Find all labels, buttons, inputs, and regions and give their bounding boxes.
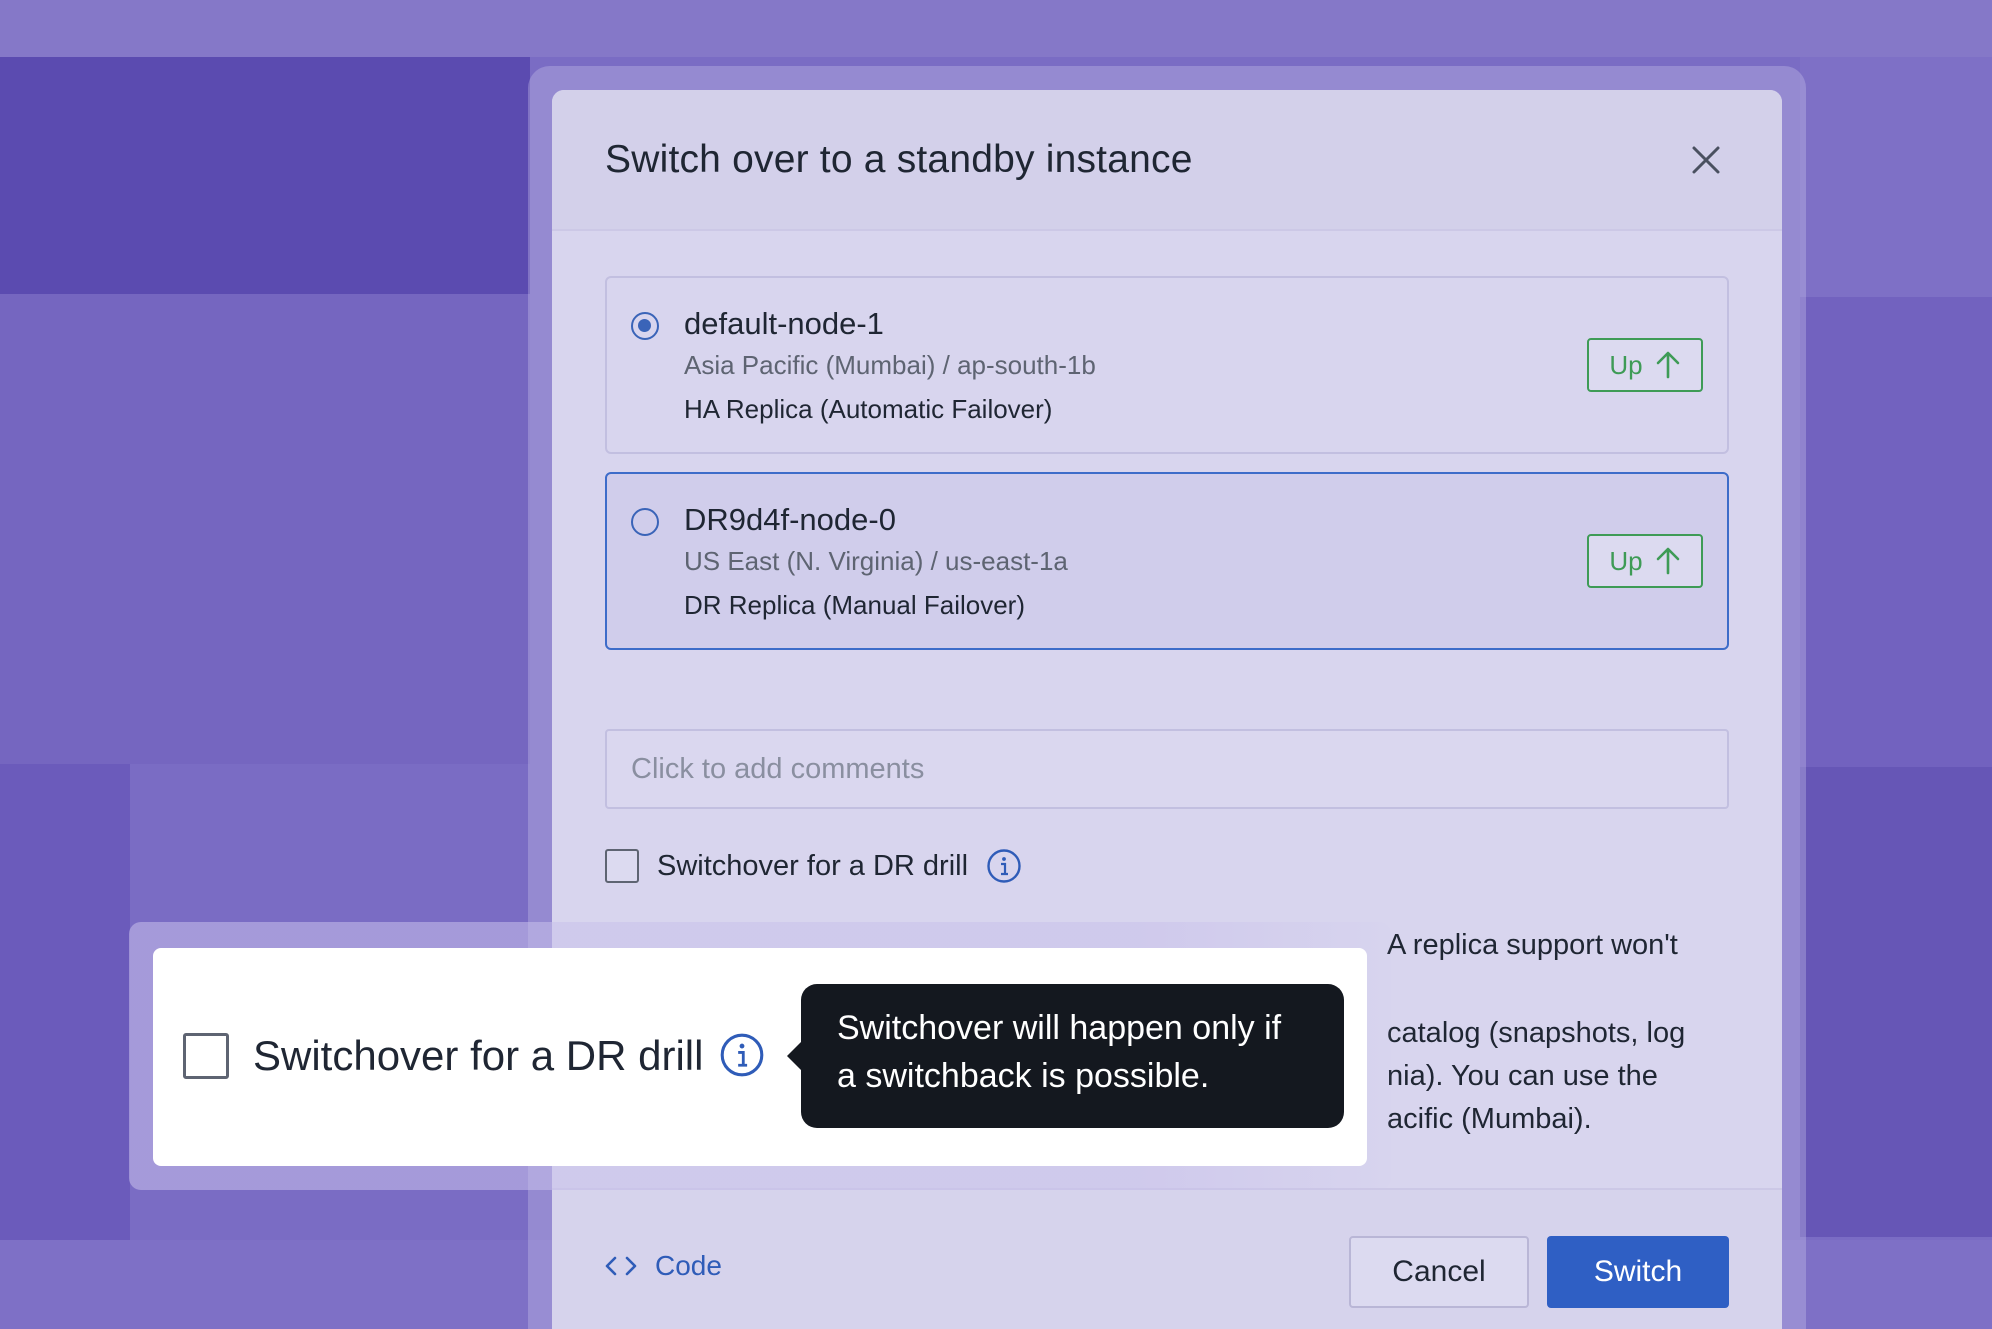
node-role: HA Replica (Automatic Failover) (684, 394, 1053, 424)
arrow-up-icon (1656, 351, 1679, 379)
dr-drill-option: Switchover for a DR drill (605, 848, 1022, 884)
node-region: Asia Pacific (Mumbai) / ap-south-1b (684, 350, 1096, 380)
dr-drill-tooltip: Switchover will happen only if a switchb… (787, 984, 1344, 1128)
status-badge: Up (1587, 534, 1703, 588)
code-brackets-icon (605, 1256, 637, 1276)
node-radio[interactable] (631, 508, 659, 536)
background-tile (1800, 57, 1992, 297)
node-name: default-node-1 (684, 306, 884, 341)
warning-text: A replica support won't (1387, 929, 1678, 961)
dr-drill-checkbox[interactable] (605, 849, 639, 883)
node-option-dr9d4f-node-0[interactable]: DR9d4f-node-0 US East (N. Virginia) / us… (605, 472, 1729, 650)
node-name: DR9d4f-node-0 (684, 502, 896, 537)
warning-text: catalog (snapshots, log nia). You can us… (1387, 1012, 1727, 1141)
background-band-top (0, 0, 1992, 57)
node-option-default-node-1[interactable]: default-node-1 Asia Pacific (Mumbai) / a… (605, 276, 1729, 454)
background-tile (0, 294, 530, 764)
info-icon-glyph (987, 849, 1021, 883)
dialog-header: Switch over to a standby instance (552, 90, 1782, 231)
tooltip-line: a switchback is possible. (837, 1057, 1210, 1095)
tooltip-line: Switchover will happen only if (837, 1009, 1282, 1047)
info-icon-zoomed[interactable] (719, 1032, 765, 1083)
dialog-footer: Code Cancel Switch (552, 1188, 1782, 1329)
info-icon (720, 1033, 764, 1077)
dr-drill-checkbox-zoomed[interactable] (183, 1033, 229, 1079)
code-link[interactable]: Code (605, 1250, 722, 1282)
dr-drill-label: Switchover for a DR drill (657, 849, 969, 882)
close-button[interactable] (1688, 142, 1724, 178)
background-tile (0, 57, 530, 294)
info-icon[interactable] (986, 848, 1022, 884)
comments-input[interactable] (605, 729, 1729, 809)
status-badge: Up (1587, 338, 1703, 392)
background-tile (1800, 767, 1992, 1237)
node-radio-selected[interactable] (631, 312, 659, 340)
status-label: Up (1609, 545, 1643, 576)
dialog-title: Switch over to a standby instance (605, 138, 1193, 181)
warning-text-line: catalog (snapshots, log (1387, 1017, 1686, 1049)
node-region: US East (N. Virginia) / us-east-1a (684, 546, 1068, 576)
zoom-callout: Switchover for a DR drill Switchover wil… (153, 948, 1367, 1166)
switch-button[interactable]: Switch (1547, 1236, 1729, 1308)
close-icon (1692, 146, 1720, 174)
node-role: DR Replica (Manual Failover) (684, 590, 1025, 620)
cancel-button[interactable]: Cancel (1349, 1236, 1529, 1308)
dr-drill-label-zoomed: Switchover for a DR drill (253, 1032, 704, 1079)
arrow-up-icon (1656, 547, 1679, 575)
background-tile (1800, 297, 1992, 767)
warning-text-line: nia). You can use the (1387, 1060, 1658, 1092)
background-tile (0, 764, 130, 1284)
code-link-label: Code (655, 1250, 722, 1281)
status-label: Up (1609, 349, 1643, 380)
warning-text-line: acific (Mumbai). (1387, 1103, 1592, 1135)
